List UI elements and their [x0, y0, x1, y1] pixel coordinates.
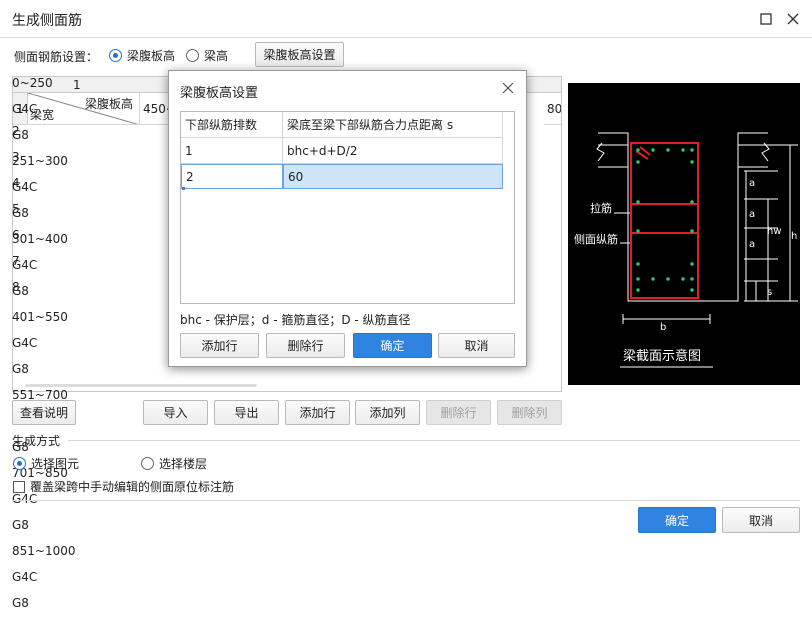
dim-a-label: a: [749, 239, 756, 250]
row-header: 1: [13, 93, 28, 125]
delete-row-button[interactable]: 删除行: [426, 400, 491, 425]
window-title: 生成侧面筋: [12, 13, 82, 29]
radio-off-icon: [141, 457, 154, 470]
cell-handle: [182, 187, 185, 190]
dialog-close-icon[interactable]: [502, 82, 514, 97]
side-bar-label: 侧面纵筋: [574, 233, 618, 246]
dim-a-label: a: [749, 209, 756, 220]
radio-select-floor[interactable]: 选择楼层: [141, 455, 207, 472]
footer-divider: [12, 500, 800, 501]
web-height-setting-dialog: 梁腹板高设置 下部纵筋排数 梁底至梁下部纵筋合力点距离 s 1 bhc+d+D/…: [168, 70, 527, 367]
maximize-icon[interactable]: [755, 8, 777, 30]
header-cell[interactable]: 450<: [140, 93, 170, 125]
corner-cell: 梁腹板高 梁宽: [28, 93, 140, 125]
radio-web-height-label: 梁腹板高: [127, 49, 176, 63]
horizontal-scrollbar[interactable]: [25, 384, 257, 387]
radio-off-icon: [186, 49, 199, 62]
checkbox-icon: [13, 480, 25, 493]
side-rebar-setting-label: 侧面钢筋设置：: [14, 50, 99, 64]
table-header-cell: 下部纵筋排数: [181, 112, 283, 138]
delete-column-button[interactable]: 删除列: [497, 400, 562, 425]
beam-width-cell[interactable]: 851~1000: [12, 544, 124, 570]
tie-bar-label: 拉筋: [590, 202, 612, 215]
dim-a-label: a: [749, 178, 756, 189]
radio-select-element[interactable]: 选择图元: [13, 455, 79, 472]
distance-cell[interactable]: bhc+d+D/2: [283, 138, 503, 164]
export-button[interactable]: 导出: [214, 400, 279, 425]
dim-h-label: h: [791, 231, 798, 242]
beam-section-diagram: 拉筋 侧面纵筋 a a a hw h s b 梁截面示意图: [568, 83, 800, 385]
radio-select-element-label: 选择图元: [31, 457, 80, 471]
dialog-cancel-button[interactable]: 取消: [438, 333, 515, 358]
dialog-ok-button[interactable]: 确定: [353, 333, 432, 358]
add-row-button[interactable]: 添加行: [285, 400, 350, 425]
add-column-button[interactable]: 添加列: [355, 400, 420, 425]
diagram-caption: 梁截面示意图: [623, 349, 702, 364]
title-divider: [0, 37, 812, 38]
radio-select-floor-label: 选择楼层: [159, 457, 208, 471]
dialog-add-row-button[interactable]: 添加行: [180, 333, 259, 358]
rebar-cell[interactable]: G8: [12, 596, 31, 622]
rebar-cell[interactable]: G8: [12, 518, 31, 544]
radio-beam-height-label: 梁高: [204, 49, 229, 63]
radio-beam-height[interactable]: 梁高: [186, 47, 228, 64]
distance-table[interactable]: 下部纵筋排数 梁底至梁下部纵筋合力点距离 s 1 bhc+d+D/2 2 60: [180, 111, 515, 304]
corner-top-label: 梁腹板高: [84, 97, 133, 111]
dim-b-label: b: [660, 322, 667, 333]
dialog-legend: bhc - 保护层；d - 箍筋直径；D - 纵筋直径: [180, 313, 411, 327]
import-button[interactable]: 导入: [143, 400, 208, 425]
dim-hw-label: hw: [767, 226, 782, 237]
row-count-cell[interactable]: 1: [181, 138, 283, 164]
corner-bottom-label: 梁宽: [30, 108, 55, 122]
help-button[interactable]: 查看说明: [12, 400, 76, 425]
dialog-delete-row-button[interactable]: 删除行: [266, 333, 345, 358]
generate-mode-title: 生成方式: [12, 434, 61, 448]
ok-button[interactable]: 确定: [638, 507, 716, 533]
radio-on-icon: [109, 49, 122, 62]
web-height-setting-button[interactable]: 梁腹板高设置: [255, 42, 344, 67]
distance-cell-selected[interactable]: 60: [283, 164, 503, 189]
overwrite-checkbox[interactable]: 覆盖梁跨中手动编辑的侧面原位标注筋: [13, 478, 234, 495]
dialog-title: 梁腹板高设置: [180, 86, 259, 101]
rebar-cell[interactable]: G4C: [12, 570, 42, 596]
rebar-cell[interactable]: G4C: [12, 492, 42, 518]
table-header-cell: 梁底至梁下部纵筋合力点距离 s: [283, 112, 503, 138]
generate-divider: [68, 440, 800, 441]
row-count-cell[interactable]: 2: [181, 164, 283, 189]
dim-s-label: s: [767, 287, 773, 298]
column-header-1: 1: [73, 78, 81, 92]
header-cell[interactable]: 80: [544, 93, 561, 125]
cancel-button[interactable]: 取消: [722, 507, 800, 533]
radio-on-icon: [13, 457, 26, 470]
overwrite-label: 覆盖梁跨中手动编辑的侧面原位标注筋: [30, 480, 235, 494]
radio-web-height[interactable]: 梁腹板高: [109, 47, 175, 64]
close-icon[interactable]: [782, 8, 804, 30]
